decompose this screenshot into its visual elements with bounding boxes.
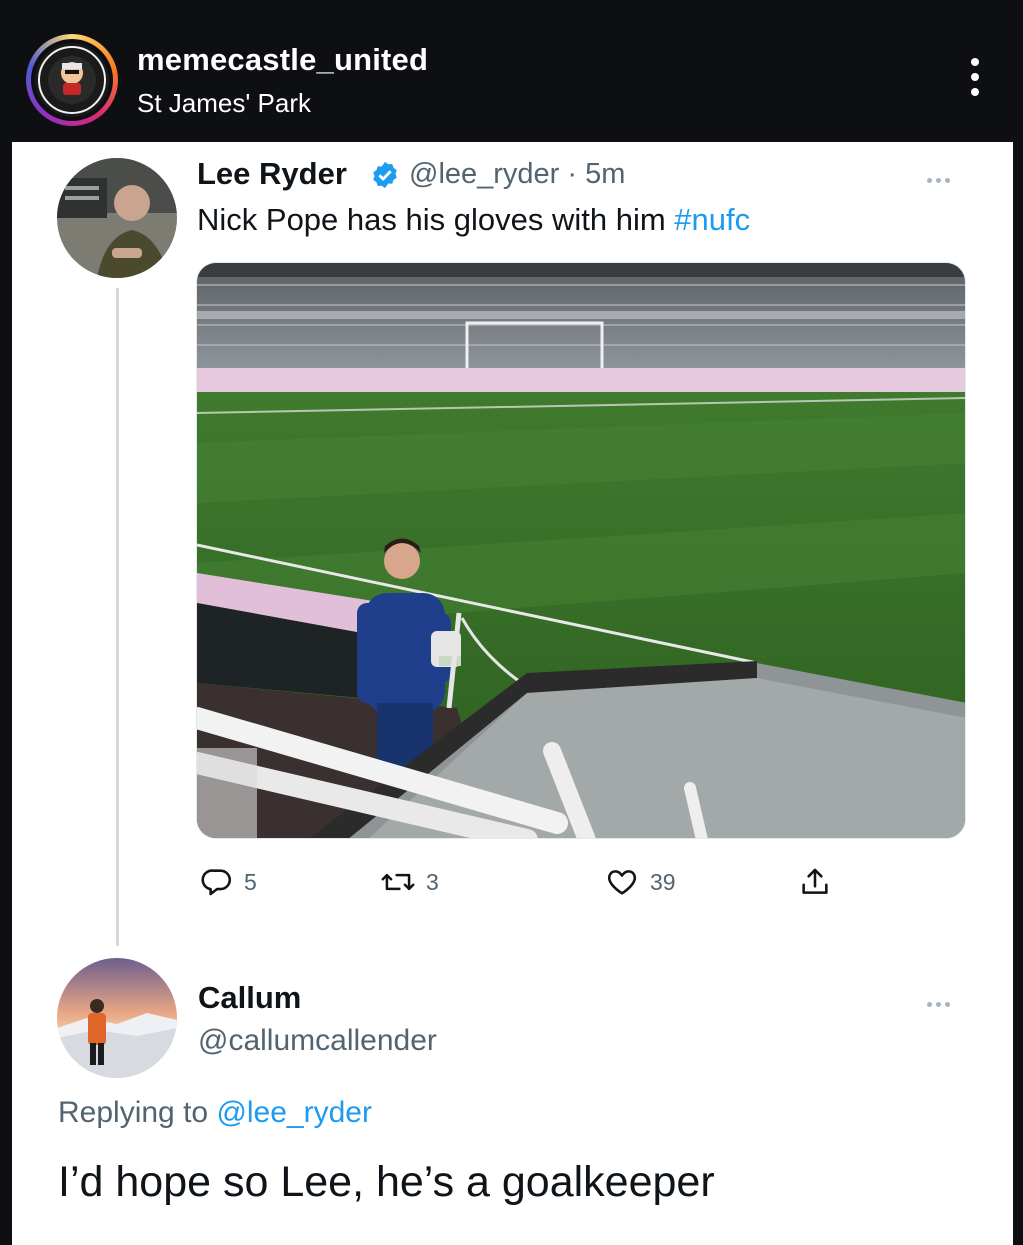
reply-author-name[interactable]: Callum (198, 980, 301, 1016)
reply-icon (201, 869, 232, 896)
reply-text: I’d hope so Lee, he’s a goalkeeper (58, 1158, 715, 1206)
retweet-button[interactable]: 3 (380, 862, 439, 902)
reply-count: 5 (244, 868, 257, 895)
share-button[interactable] (798, 862, 832, 902)
post-header: memecastle_united St James' Park (0, 0, 1023, 142)
account-username[interactable]: memecastle_united (137, 42, 428, 78)
tweet-actions: 5 3 39 (196, 862, 836, 902)
tweet-text: Nick Pope has his gloves with him #nufc (197, 202, 750, 238)
retweet-icon (381, 873, 415, 891)
like-count: 39 (650, 868, 676, 895)
tweet-body: Nick Pope has his gloves with him (197, 202, 666, 237)
tweet-screenshot: Lee Ryder @lee_ryder · 5m Nick Pope has … (12, 142, 1013, 1245)
thread-connector-line (116, 288, 119, 946)
like-button[interactable]: 39 (604, 862, 676, 902)
reply-author-handle[interactable]: @callumcallender (198, 1024, 437, 1058)
replying-to: Replying to @lee_ryder (58, 1096, 372, 1130)
share-icon (802, 868, 828, 894)
reply-more-icon[interactable] (927, 994, 963, 1007)
reply-button[interactable]: 5 (200, 862, 257, 902)
verified-badge-icon (373, 161, 397, 189)
hashtag-link[interactable]: #nufc (674, 202, 750, 237)
story-ring[interactable] (26, 34, 118, 126)
tweet-photo[interactable] (196, 262, 966, 839)
replying-to-handle[interactable]: @lee_ryder (216, 1096, 372, 1129)
replying-to-label: Replying to (58, 1096, 209, 1129)
tweet-handle-time[interactable]: @lee_ryder · 5m (409, 158, 625, 191)
tweet-more-icon[interactable] (927, 170, 963, 183)
more-options-icon[interactable] (967, 58, 983, 102)
account-avatar[interactable] (35, 43, 109, 117)
tweet-author-avatar (57, 158, 177, 278)
post-location[interactable]: St James' Park (137, 88, 311, 119)
heart-icon (607, 870, 637, 895)
retweet-count: 3 (426, 868, 439, 895)
reply-author-avatar (57, 958, 177, 1078)
tweet-author-name[interactable]: Lee Ryder (197, 156, 347, 192)
